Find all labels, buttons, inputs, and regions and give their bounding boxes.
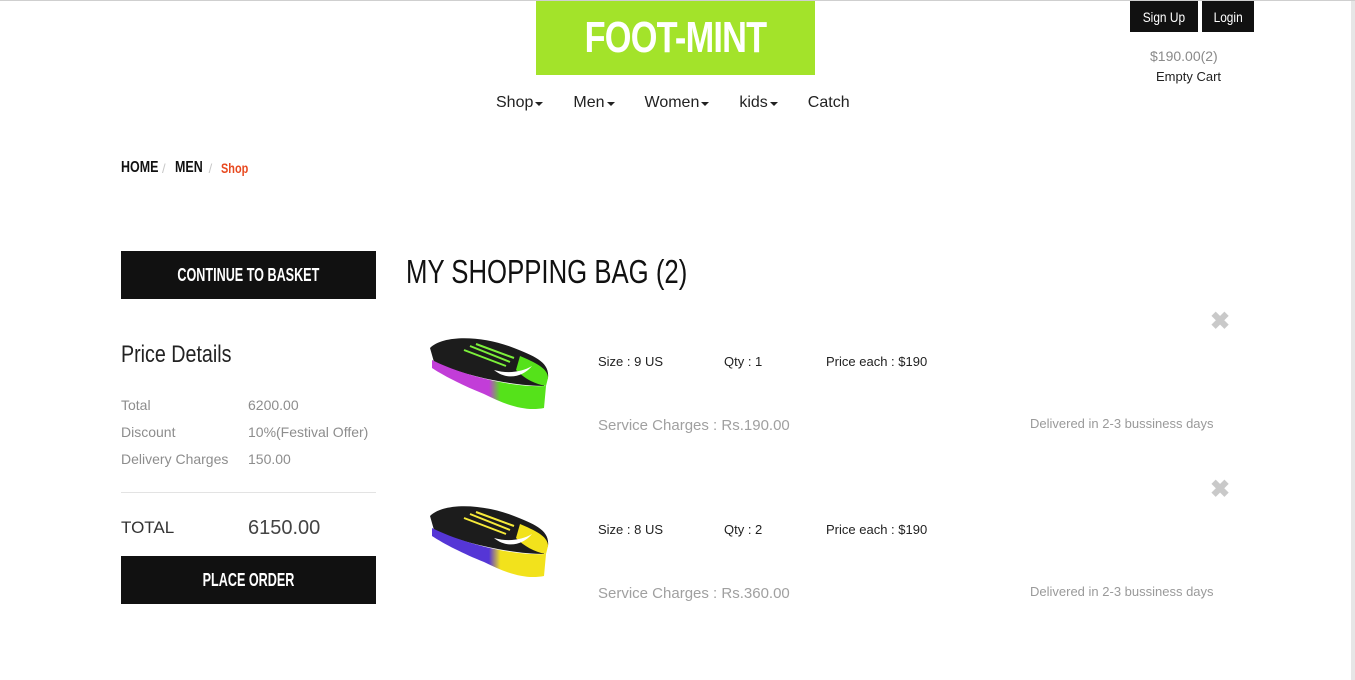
shopping-bag-title-text: MY SHOPPING BAG (2) [406,253,688,290]
price-row-label: Discount [121,424,176,440]
nav-item-men[interactable]: Men [573,94,615,112]
price-row-delivery: Delivery Charges 150.00 [121,451,291,467]
nav-item-label: Shop [496,94,534,111]
breadcrumb-home[interactable]: HOME [121,159,158,177]
nav-item-women[interactable]: Women [645,94,710,112]
breadcrumb-current: Shop [221,160,249,176]
scrollbar[interactable] [1351,1,1355,680]
empty-cart-link[interactable]: Empty Cart [1156,69,1221,84]
item-qty[interactable]: Qty : 1 [724,354,762,369]
item-price: Price each : $190 [826,354,928,369]
item-qty[interactable]: Qty : 2 [724,522,762,537]
price-row-total: Total 6200.00 [121,397,299,413]
remove-item-close-icon[interactable]: ✖ [1210,478,1230,502]
total-value: 6150.00 [248,517,321,539]
price-row-discount: Discount 10%(Festival Offer) [121,424,368,440]
login-button[interactable]: Login [1201,1,1255,32]
item-service-charges: Service Charges : Rs.190.00 [598,417,790,434]
price-row-label: Delivery Charges [121,451,229,467]
nav-item-label: Women [644,94,700,111]
price-details-title: Price Details [121,341,256,369]
remove-item-close-icon[interactable]: ✖ [1210,310,1230,334]
continue-to-basket-button[interactable]: CONTINUE TO BASKET [121,251,376,299]
price-row-value: 10%(Festival Offer) [248,424,369,440]
total-label: TOTAL [121,518,175,537]
product-image-shoe-green[interactable] [424,326,556,416]
cart-total[interactable]: $190.00(2) [1150,48,1218,64]
signup-button[interactable]: Sign Up [1130,1,1198,32]
nav-item-shop[interactable]: Shop [496,94,544,112]
item-service-charges: Service Charges : Rs.360.00 [598,585,790,602]
caret-down-icon [535,102,544,106]
place-order-button[interactable]: PLACE ORDER [121,556,376,604]
breadcrumb-men[interactable]: MEN [175,159,203,177]
item-price: Price each : $190 [826,522,928,537]
price-row-label: Total [121,397,151,413]
nav-item-label: Men [573,94,605,111]
nav-item-label: Catch [807,94,850,111]
breadcrumb-separator: / [162,160,166,176]
item-size: Size : 8 US [598,522,664,537]
signup-label: Sign Up [1142,8,1186,25]
logo-text: FOOT-MINT [584,13,767,62]
item-size: Size : 9 US [598,354,664,369]
breadcrumb-separator: / [208,160,213,176]
auth-buttons: Sign Up Login [1130,1,1255,32]
site-logo[interactable]: FOOT-MINT [536,1,815,75]
caret-down-icon [701,102,710,106]
nav-item-label: kids [739,94,768,111]
divider [121,492,376,493]
price-row-value: 150.00 [248,451,291,467]
shopping-bag-title: MY SHOPPING BAG (2) [406,253,767,291]
place-order-label: PLACE ORDER [202,569,295,590]
item-delivery-info: Delivered in 2-3 bussiness days [1030,416,1214,431]
item-delivery-info: Delivered in 2-3 bussiness days [1030,584,1214,599]
price-details-title-text: Price Details [121,341,232,368]
login-label: Login [1213,8,1243,25]
nav-item-catch[interactable]: Catch [808,94,850,112]
nav-item-kids[interactable]: kids [739,94,778,112]
continue-label: CONTINUE TO BASKET [177,264,320,285]
main-nav: Shop Men Women kids Catch [496,94,850,112]
caret-down-icon [606,102,615,106]
product-image-shoe-yellow[interactable] [424,494,556,584]
caret-down-icon [769,102,778,106]
breadcrumb: HOME / MEN / Shop [121,159,256,177]
price-row-value: 6200.00 [248,397,299,413]
